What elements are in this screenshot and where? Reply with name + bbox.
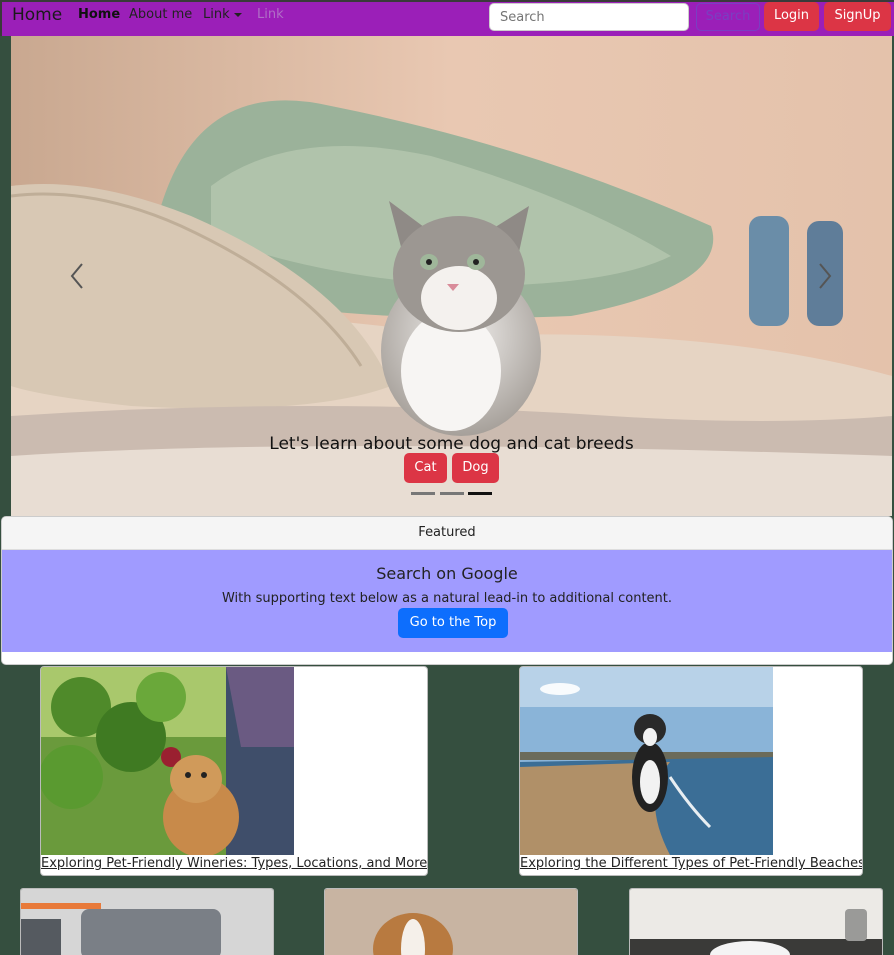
article-card-wineries[interactable]: Exploring Pet-Friendly Wineries: Types, … [40,666,428,876]
article-card-3[interactable] [20,888,274,955]
article-3-image [21,889,273,955]
featured-card-text: With supporting text below as a natural … [221,591,673,606]
article-card-beaches[interactable]: Exploring the Different Types of Pet-Fri… [519,666,863,876]
article-card-4[interactable] [324,888,578,955]
carousel-indicator-2[interactable] [440,492,464,495]
wineries-dog-image [41,667,294,857]
article-card-5[interactable] [629,888,883,955]
carousel-caption: Let's learn about some dog and cat breed… [269,434,634,454]
carousel-indicator-3[interactable] [468,492,492,495]
chevron-right-icon[interactable] [817,262,833,290]
nav-link-home[interactable]: Home [78,7,120,22]
search-input[interactable] [489,3,689,31]
go-to-top-button[interactable]: Go to the Top [398,608,508,638]
navbar: Home Home About me Link Link Search Logi… [0,0,894,36]
nav-dropdown-label: Link [203,7,230,22]
article-4-image [325,889,577,955]
featured-card-header: Featured [2,517,892,550]
dog-button[interactable]: Dog [452,453,499,483]
cat-button[interactable]: Cat [404,453,447,483]
chevron-left-icon[interactable] [69,262,85,290]
beach-dog-image [520,667,773,855]
article-link-beaches[interactable]: Exploring the Different Types of Pet-Fri… [520,856,862,871]
nav-link-about[interactable]: About me [129,7,192,22]
featured-card: Featured Search on Google With supportin… [1,516,893,665]
caret-down-icon [233,12,242,17]
signup-button[interactable]: SignUp [824,2,891,31]
hero-carousel: Let's learn about some dog and cat breed… [11,36,892,516]
nav-dropdown-link[interactable]: Link [203,7,242,22]
search-button[interactable]: Search [696,3,760,31]
article-5-image [630,889,882,955]
featured-card-body: Search on Google With supporting text be… [2,550,892,652]
featured-card-title: Search on Google [376,564,518,583]
carousel-indicator-1[interactable] [411,492,435,495]
login-button[interactable]: Login [764,2,819,31]
nav-link-disabled: Link [257,7,284,22]
navbar-brand[interactable]: Home [12,5,62,25]
article-link-wineries[interactable]: Exploring Pet-Friendly Wineries: Types, … [41,856,427,871]
